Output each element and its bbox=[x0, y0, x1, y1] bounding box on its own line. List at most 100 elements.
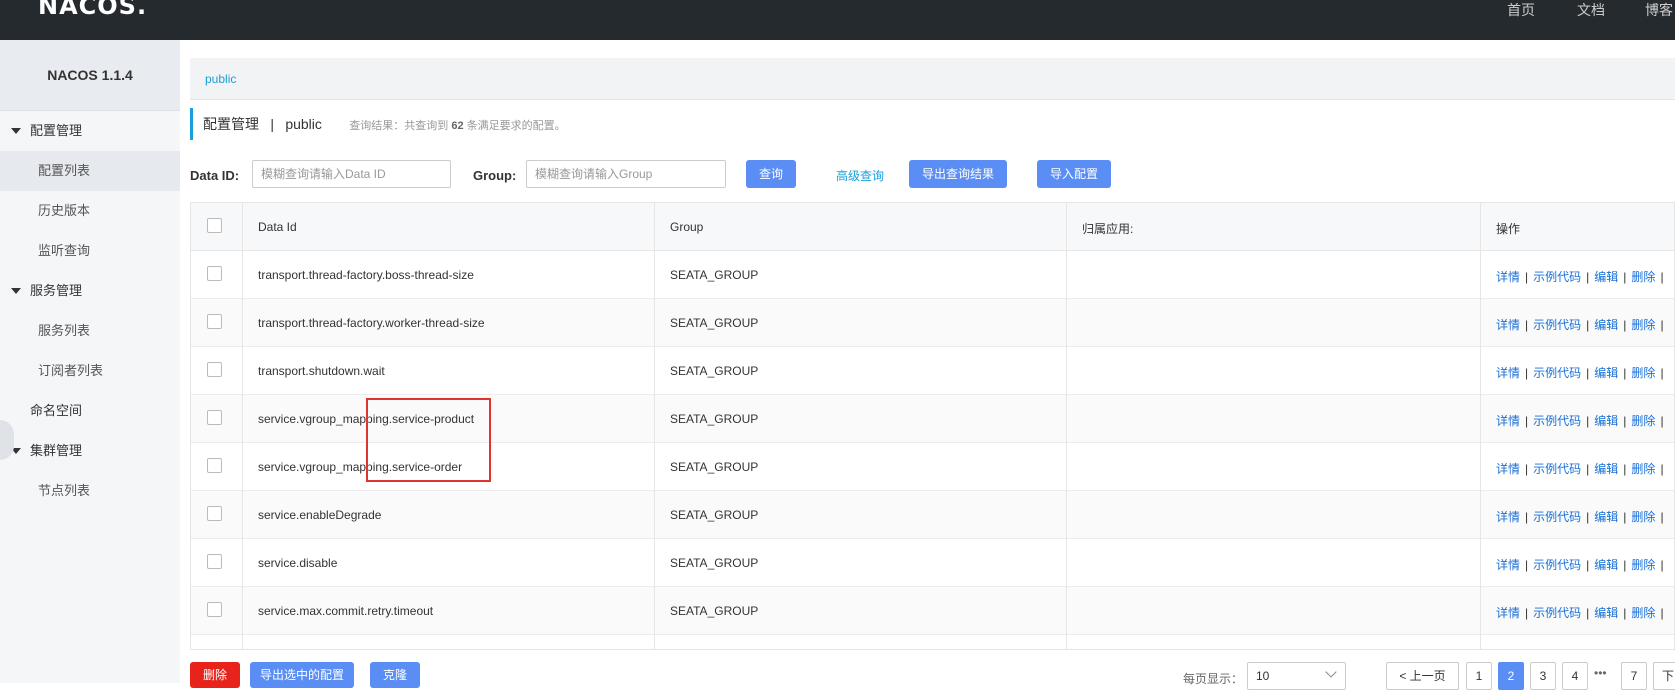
action-divider: | bbox=[1586, 558, 1590, 572]
row-checkbox[interactable] bbox=[207, 362, 222, 377]
sample-code-link[interactable]: 示例代码 bbox=[1533, 510, 1581, 524]
action-divider: | bbox=[1525, 606, 1529, 620]
delete-link[interactable]: 删除 bbox=[1631, 510, 1655, 524]
details-link[interactable]: 详情 bbox=[1496, 558, 1520, 572]
action-divider: | bbox=[1660, 606, 1664, 620]
edit-link[interactable]: 编辑 bbox=[1594, 318, 1618, 332]
action-divider: | bbox=[1586, 462, 1590, 476]
row-checkbox[interactable] bbox=[207, 554, 222, 569]
edit-link[interactable]: 编辑 bbox=[1594, 510, 1618, 524]
nav-home[interactable]: 首页 bbox=[1507, 0, 1535, 20]
row-checkbox[interactable] bbox=[207, 314, 222, 329]
action-divider: | bbox=[1623, 318, 1627, 332]
dataid-label: Data ID: bbox=[190, 168, 240, 183]
select-all-checkbox[interactable] bbox=[207, 218, 222, 233]
edit-link[interactable]: 编辑 bbox=[1594, 270, 1618, 284]
sidebar-group-service[interactable]: 服务管理 bbox=[0, 271, 180, 311]
column-divider bbox=[654, 203, 655, 649]
action-divider: | bbox=[1586, 270, 1590, 284]
cell-dataid: transport.shutdown.wait bbox=[258, 364, 385, 378]
export-selected-button[interactable]: 导出选中的配置 bbox=[250, 662, 354, 688]
sample-code-link[interactable]: 示例代码 bbox=[1533, 606, 1581, 620]
sample-code-link[interactable]: 示例代码 bbox=[1533, 558, 1581, 572]
header-ops: 操作 bbox=[1496, 222, 1521, 236]
delete-link[interactable]: 删除 bbox=[1631, 606, 1655, 620]
row-checkbox[interactable] bbox=[207, 602, 222, 617]
page-2-button[interactable]: 2 bbox=[1498, 662, 1524, 690]
pager-ellipsis: ••• bbox=[1594, 666, 1607, 680]
delete-button[interactable]: 删除 bbox=[190, 662, 240, 688]
page-size-select[interactable]: 10 bbox=[1247, 662, 1346, 690]
nav-blog[interactable]: 博客 bbox=[1645, 0, 1673, 20]
sidebar-item-config-list[interactable]: 配置列表 bbox=[0, 151, 180, 191]
sidebar-item-listener[interactable]: 监听查询 bbox=[0, 231, 180, 271]
action-divider: | bbox=[1660, 414, 1664, 428]
details-link[interactable]: 详情 bbox=[1496, 606, 1520, 620]
sidebar-group-config[interactable]: 配置管理 bbox=[0, 111, 180, 151]
edit-link[interactable]: 编辑 bbox=[1594, 558, 1618, 572]
cell-dataid: service.disable bbox=[258, 556, 338, 570]
details-link[interactable]: 详情 bbox=[1496, 462, 1520, 476]
action-divider: | bbox=[1623, 510, 1627, 524]
details-link[interactable]: 详情 bbox=[1496, 510, 1520, 524]
page-size-value: 10 bbox=[1256, 669, 1270, 683]
details-link[interactable]: 详情 bbox=[1496, 414, 1520, 428]
delete-link[interactable]: 删除 bbox=[1631, 270, 1655, 284]
sample-code-link[interactable]: 示例代码 bbox=[1533, 462, 1581, 476]
delete-link[interactable]: 删除 bbox=[1631, 318, 1655, 332]
page-4-button[interactable]: 4 bbox=[1562, 662, 1588, 690]
row-actions: 详情 | 示例代码 | 编辑 | 删除 | bbox=[1496, 508, 1669, 525]
details-link[interactable]: 详情 bbox=[1496, 318, 1520, 332]
row-actions: 详情 | 示例代码 | 编辑 | 删除 | bbox=[1496, 316, 1669, 333]
header-group: Group bbox=[670, 220, 704, 234]
edit-link[interactable]: 编辑 bbox=[1594, 366, 1618, 380]
row-checkbox[interactable] bbox=[207, 266, 222, 281]
edit-link[interactable]: 编辑 bbox=[1594, 462, 1618, 476]
sample-code-link[interactable]: 示例代码 bbox=[1533, 270, 1581, 284]
row-actions: 详情 | 示例代码 | 编辑 | 删除 | bbox=[1496, 268, 1669, 285]
delete-link[interactable]: 删除 bbox=[1631, 414, 1655, 428]
sidebar-item-namespace[interactable]: 命名空间 bbox=[30, 391, 82, 431]
dataid-input[interactable]: 模糊查询请输入Data ID bbox=[252, 160, 451, 188]
next-page-button[interactable]: 下 bbox=[1653, 662, 1675, 690]
sidebar-item-history[interactable]: 历史版本 bbox=[0, 191, 180, 231]
action-divider: | bbox=[1525, 414, 1529, 428]
sample-code-link[interactable]: 示例代码 bbox=[1533, 366, 1581, 380]
nav-docs[interactable]: 文档 bbox=[1577, 0, 1605, 20]
export-results-button[interactable]: 导出查询结果 bbox=[909, 160, 1007, 188]
group-input[interactable]: 模糊查询请输入Group bbox=[526, 160, 726, 188]
page-7-button[interactable]: 7 bbox=[1621, 662, 1647, 690]
row-checkbox[interactable] bbox=[207, 458, 222, 473]
edit-link[interactable]: 编辑 bbox=[1594, 606, 1618, 620]
clone-button[interactable]: 克隆 bbox=[370, 662, 420, 688]
edit-link[interactable]: 编辑 bbox=[1594, 414, 1618, 428]
page-3-button[interactable]: 3 bbox=[1530, 662, 1556, 690]
advanced-search-link[interactable]: 高级查询 bbox=[836, 167, 884, 184]
row-checkbox[interactable] bbox=[207, 410, 222, 425]
nacos-logo[interactable]: NACOS. bbox=[38, 0, 147, 20]
delete-link[interactable]: 删除 bbox=[1631, 366, 1655, 380]
delete-link[interactable]: 删除 bbox=[1631, 558, 1655, 572]
search-button[interactable]: 查询 bbox=[746, 160, 796, 188]
row-checkbox[interactable] bbox=[207, 506, 222, 521]
sidebar-item-nodes[interactable]: 节点列表 bbox=[0, 471, 180, 511]
sidebar-item-service-list[interactable]: 服务列表 bbox=[0, 311, 180, 351]
sidebar-item-subscribers[interactable]: 订阅者列表 bbox=[0, 351, 180, 391]
namespace-link[interactable]: public bbox=[205, 72, 236, 86]
sample-code-link[interactable]: 示例代码 bbox=[1533, 318, 1581, 332]
action-divider: | bbox=[1525, 318, 1529, 332]
page-namespace: public bbox=[285, 116, 322, 132]
delete-link[interactable]: 删除 bbox=[1631, 462, 1655, 476]
table-row: transport.thread-factory.worker-thread-s… bbox=[191, 299, 1674, 347]
action-divider: | bbox=[1525, 558, 1529, 572]
sidebar-group-cluster[interactable]: 集群管理 bbox=[0, 431, 180, 471]
details-link[interactable]: 详情 bbox=[1496, 270, 1520, 284]
page-1-button[interactable]: 1 bbox=[1466, 662, 1492, 690]
cell-group: SEATA_GROUP bbox=[670, 508, 759, 522]
table-row: transport.shutdown.wait SEATA_GROUP 详情 | 示例代… bbox=[191, 347, 1674, 395]
import-config-button[interactable]: 导入配置 bbox=[1037, 160, 1111, 188]
prev-page-button[interactable]: < 上一页 bbox=[1386, 662, 1459, 690]
sample-code-link[interactable]: 示例代码 bbox=[1533, 414, 1581, 428]
details-link[interactable]: 详情 bbox=[1496, 366, 1520, 380]
action-divider: | bbox=[1660, 558, 1664, 572]
